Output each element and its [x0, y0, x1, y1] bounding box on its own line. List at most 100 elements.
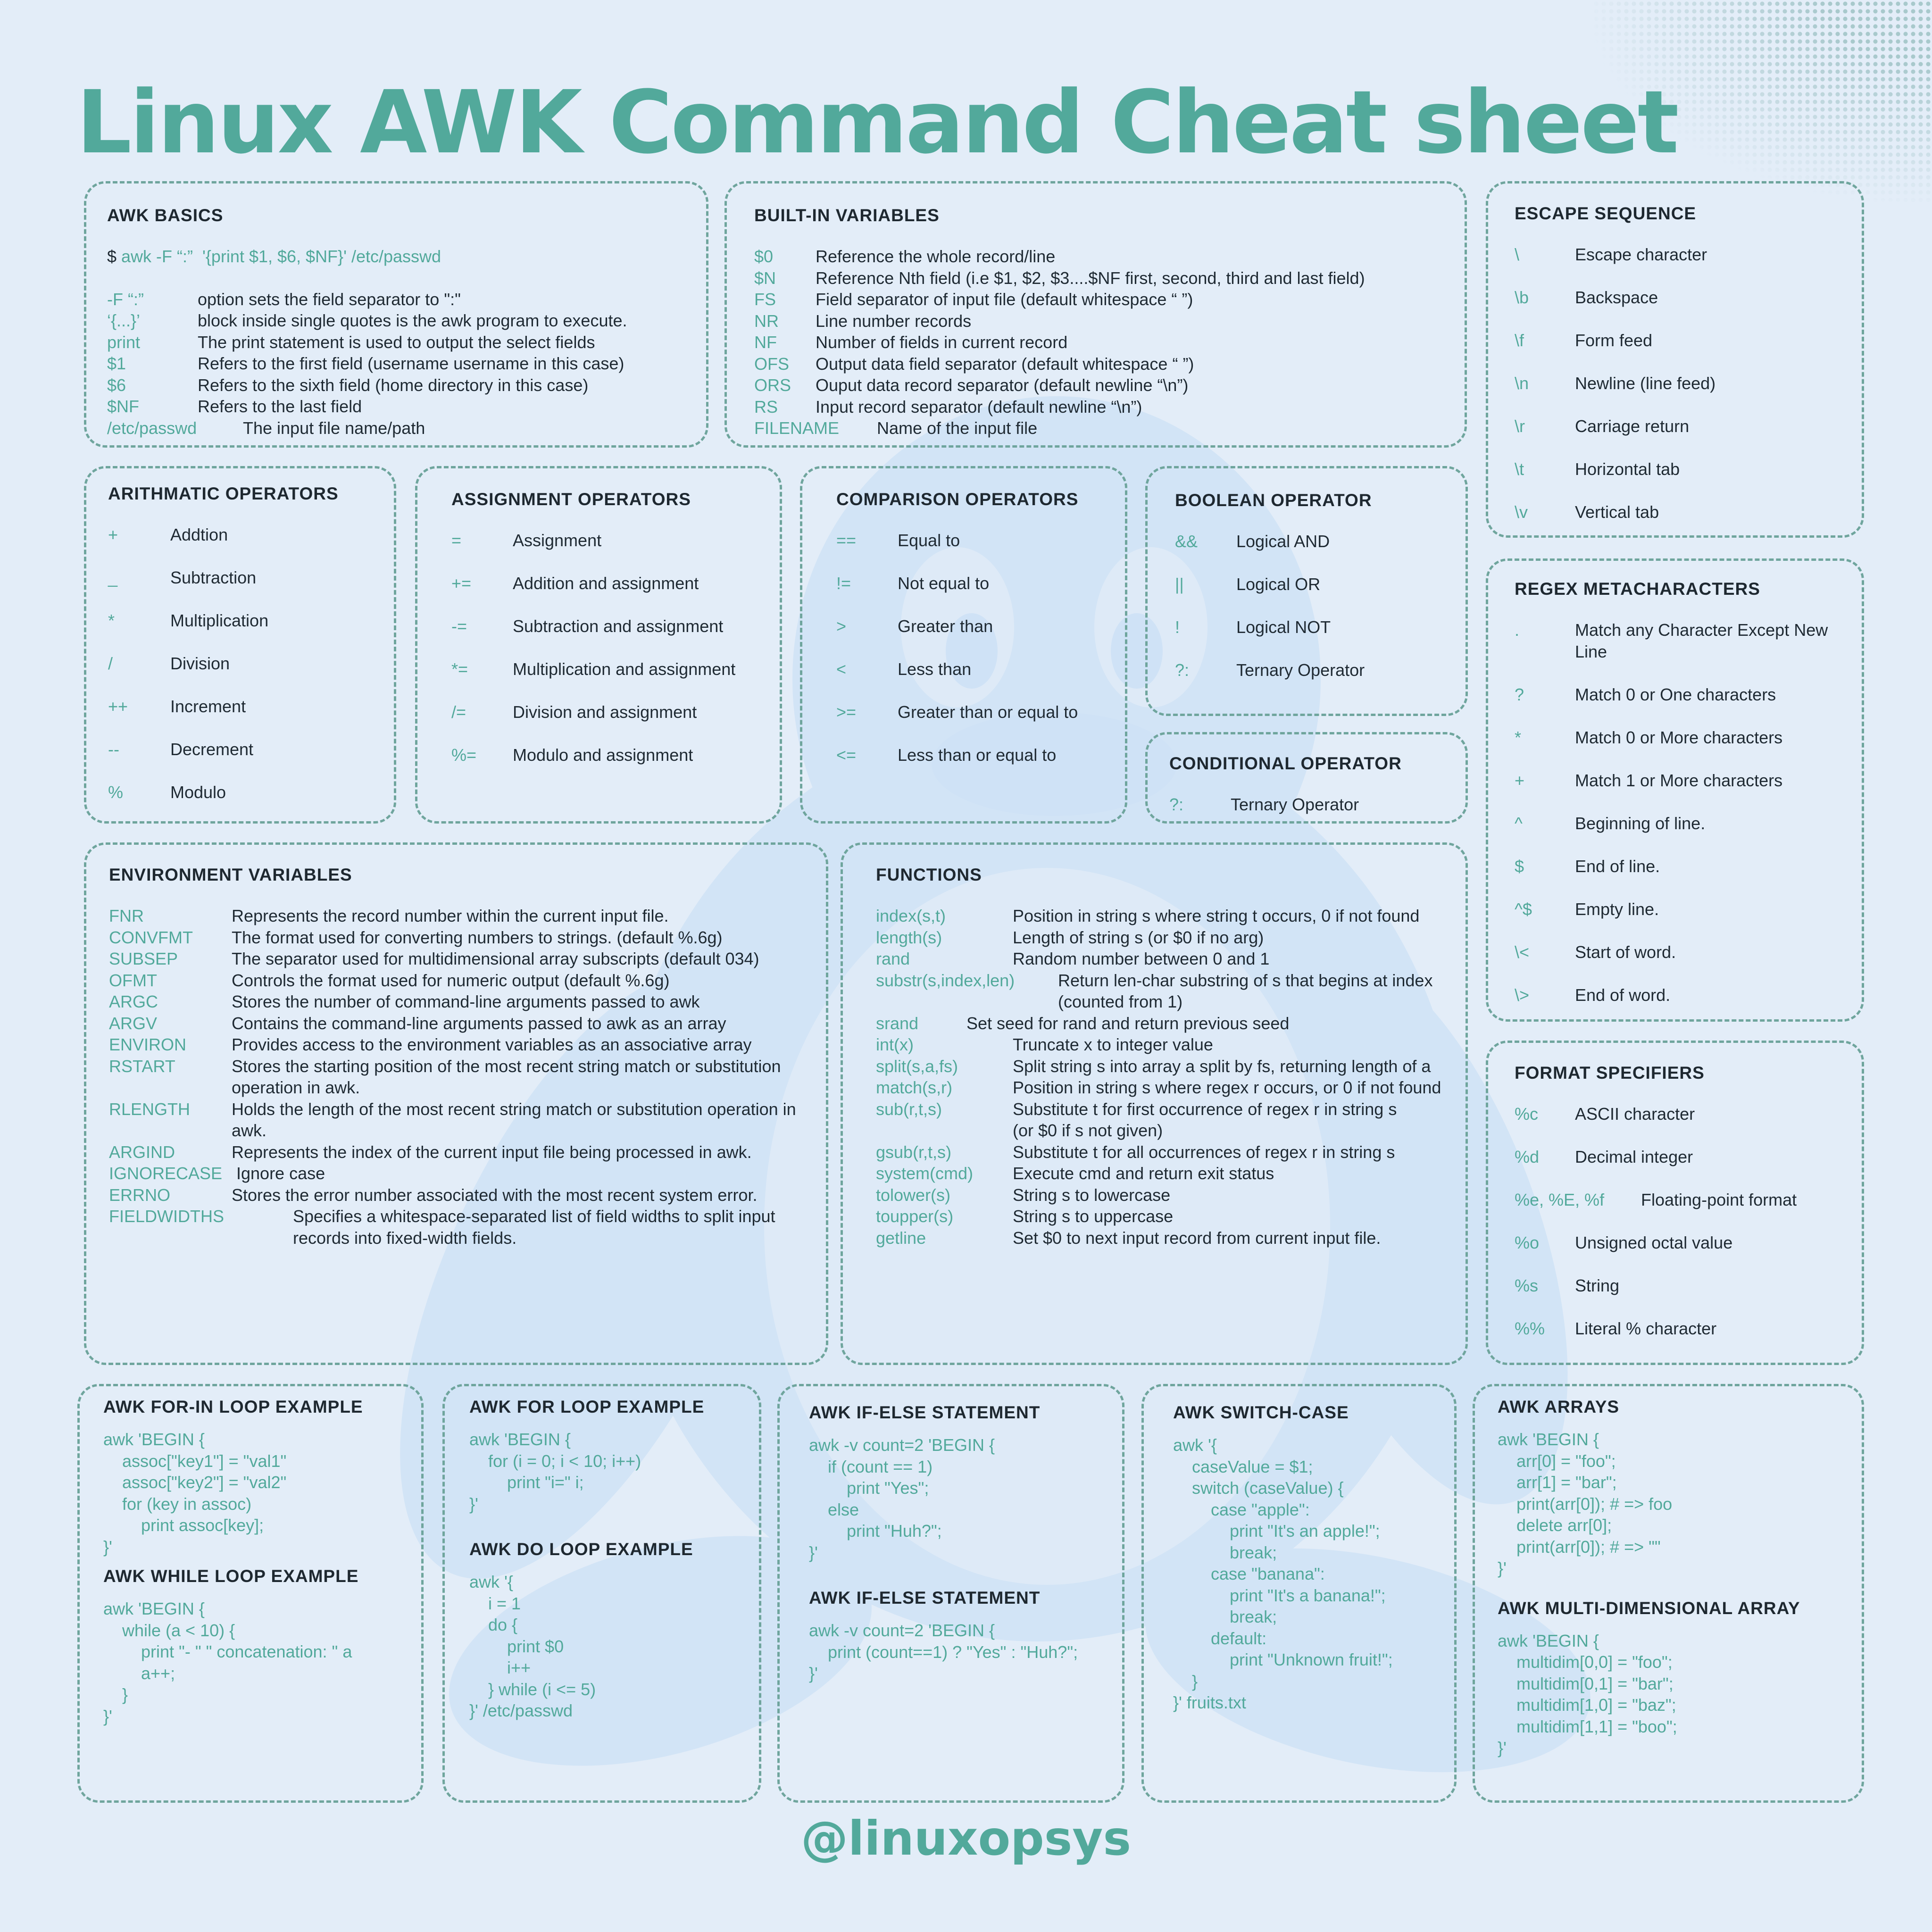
format-specifier-key: %d	[1515, 1147, 1540, 1166]
builtin-variable-key: RS	[754, 397, 778, 416]
page-title: Linux AWK Command Cheat sheet	[76, 72, 1679, 173]
switch-case-panel: AWK SWITCH-CASE awk '{ caseValue = $1; s…	[1141, 1384, 1457, 1803]
environment-variable-key: IGNORECASE	[109, 1164, 223, 1183]
escape-sequence-key: \b	[1515, 288, 1529, 307]
format-specifier-description: Floating-point format	[1641, 1190, 1797, 1209]
arithmatic-operator-row: * Multiplication	[108, 610, 380, 632]
prompt: $	[107, 247, 117, 266]
format-specifier-row: %% Literal % character	[1515, 1318, 1848, 1340]
function-key: rand	[876, 949, 910, 968]
escape-sequence-key: \n	[1515, 374, 1529, 393]
awk-basics-row: $1 Refers to the first field (username us…	[107, 353, 692, 375]
function-row: rand Random number between 0 and 1	[876, 948, 1451, 970]
builtin-variable-row: NR Line number records	[754, 310, 1450, 332]
regex-metacharacter-key: \<	[1515, 942, 1530, 962]
switch-case-code: awk '{ caseValue = $1; switch (caseValue…	[1173, 1435, 1393, 1712]
builtin-variable-description: Input record separator (default newline …	[816, 397, 1142, 416]
builtin-variable-row: FILENAME Name of the input file	[754, 417, 1450, 439]
arithmatic-operator-description: Multiplication	[170, 611, 269, 630]
boolean-operator-row: || Logical OR	[1175, 574, 1451, 595]
environment-variable-key: ENVIRON	[109, 1035, 187, 1054]
comparison-operator-key: <	[836, 659, 847, 679]
builtin-variable-row: ORS Ouput data record separator (default …	[754, 375, 1450, 396]
regex-metacharacter-row: $ End of line.	[1515, 856, 1848, 877]
escape-sequence-key: \v	[1515, 502, 1528, 522]
functions-panel: FUNCTIONS index(s,t) Position in string s…	[841, 842, 1468, 1365]
builtin-variable-key: NR	[754, 311, 779, 331]
arithmatic-operator-description: Subtraction	[170, 568, 257, 587]
conditional-operator-row: ?: Ternary Operator	[1169, 794, 1451, 816]
boolean-operator-key: !	[1175, 617, 1180, 637]
arrays-code: awk 'BEGIN { arr[0] = "foo"; arr[1] = "b…	[1498, 1430, 1673, 1578]
regex-metacharacter-description: Beginning of line.	[1575, 813, 1706, 833]
comparison-operator-key: >=	[836, 702, 857, 722]
builtin-variable-key: OFS	[754, 354, 790, 374]
arithmatic-operator-row: + Addtion	[108, 524, 380, 546]
boolean-operator-key: &&	[1175, 532, 1198, 551]
escape-sequence-description: Carriage return	[1575, 416, 1690, 436]
format-specifier-key: %o	[1515, 1233, 1540, 1252]
escape-sequence-key: \t	[1515, 459, 1524, 479]
awk-basics-heading: AWK BASICS	[107, 206, 224, 225]
format-specifier-row: %d Decimal integer	[1515, 1146, 1848, 1168]
function-key: srand	[876, 1013, 919, 1033]
assignment-operator-description: Division and assignment	[513, 702, 697, 722]
regex-metacharacters-panel: REGEX METACHARACTERS . Match any Characte…	[1486, 558, 1864, 1022]
builtin-variable-key: NF	[754, 333, 777, 352]
if-else-panel: AWK IF-ELSE STATEMENT awk -v count=2 'BE…	[777, 1384, 1124, 1803]
awk-basics-key: $1	[107, 354, 126, 373]
function-key: substr(s,index,len)	[876, 970, 1015, 990]
function-description: Position in string s where string t occu…	[1013, 906, 1420, 925]
awk-basics-row: /etc/passwd The input file name/path	[107, 417, 692, 439]
while-loop-heading: AWK WHILE LOOP EXAMPLE	[103, 1566, 359, 1586]
functions-heading: FUNCTIONS	[876, 865, 982, 884]
for-in-loop-heading: AWK FOR-IN LOOP EXAMPLE	[103, 1397, 363, 1416]
awk-basics-key: print	[107, 332, 141, 352]
assignment-operator-description: Modulo and assignment	[513, 745, 693, 765]
arithmatic-operator-key: *	[108, 611, 115, 630]
assignment-operator-description: Addition and assignment	[513, 574, 699, 593]
arithmatic-operator-row: -- Decrement	[108, 739, 380, 760]
arrays-heading: AWK ARRAYS	[1498, 1397, 1620, 1416]
assignment-operator-row: -= Subtraction and assignment	[451, 616, 766, 637]
regex-metacharacter-description: Match 0 or More characters	[1575, 727, 1783, 747]
environment-variables-heading: ENVIRONMENT VARIABLES	[109, 865, 352, 884]
environment-variable-key: RLENGTH	[109, 1099, 191, 1119]
builtin-variable-row: $0 Reference the whole record/line	[754, 246, 1450, 267]
function-description: String s to uppercase	[1013, 1207, 1174, 1226]
environment-variable-row: IGNORECASE Ignore case	[109, 1163, 812, 1184]
awk-basics-row: $6 Refers to the sixth field (home direct…	[107, 375, 692, 396]
assignment-operator-key: /=	[451, 702, 466, 722]
format-specifier-row: %o Unsigned octal value	[1515, 1232, 1848, 1254]
regex-metacharacter-description: Empty line.	[1575, 899, 1659, 919]
arithmatic-operators-panel: ARITHMATIC OPERATORS + Addtion _ Subtractio…	[84, 466, 396, 824]
builtin-variable-key: $N	[754, 268, 776, 288]
comparison-operator-key: <=	[836, 745, 857, 765]
function-key: toupper(s)	[876, 1207, 954, 1226]
function-description: Length of string s (or $0 if no arg)	[1013, 927, 1264, 947]
boolean-operator-heading: BOOLEAN OPERATOR	[1175, 491, 1372, 510]
function-description: Set $0 to next input record from current…	[1013, 1228, 1381, 1248]
environment-variable-description: Represents the index of the current inpu…	[232, 1142, 752, 1162]
regex-metacharacter-description: Match 0 or One characters	[1575, 684, 1776, 704]
builtin-variable-key: FILENAME	[754, 418, 840, 438]
environment-variable-description: Stores the starting position of the most…	[232, 1056, 781, 1098]
escape-sequence-description: Horizontal tab	[1575, 459, 1680, 479]
regex-metacharacter-row: * Match 0 or More characters	[1515, 727, 1848, 749]
builtin-variable-row: RS Input record separator (default newlin…	[754, 396, 1450, 418]
assignment-operator-row: = Assignment	[451, 530, 766, 551]
boolean-operator-key: ||	[1175, 575, 1184, 594]
environment-variable-row: RLENGTH Holds the length of the most rece…	[109, 1099, 812, 1141]
environment-variable-key: ARGIND	[109, 1142, 175, 1162]
environment-variable-description: Ignore case	[236, 1164, 325, 1183]
format-specifiers-list: %c ASCII character %d Decimal integer %e, %E…	[1515, 1103, 1848, 1340]
environment-variable-key: RSTART	[109, 1056, 175, 1076]
if-else-code-1: awk -v count=2 'BEGIN { if (count == 1) …	[809, 1435, 995, 1562]
assignment-operator-key: -=	[451, 616, 467, 636]
function-key: split(s,a,fs)	[876, 1056, 958, 1076]
comparison-operator-description: Not equal to	[898, 574, 990, 593]
environment-variable-key: ARGV	[109, 1013, 158, 1033]
multidim-array-heading: AWK MULTI-DIMENSIONAL ARRAY	[1498, 1598, 1800, 1618]
awk-basics-list: -F “:” option sets the field separator to…	[107, 289, 692, 439]
regex-metacharacter-key: $	[1515, 856, 1524, 876]
